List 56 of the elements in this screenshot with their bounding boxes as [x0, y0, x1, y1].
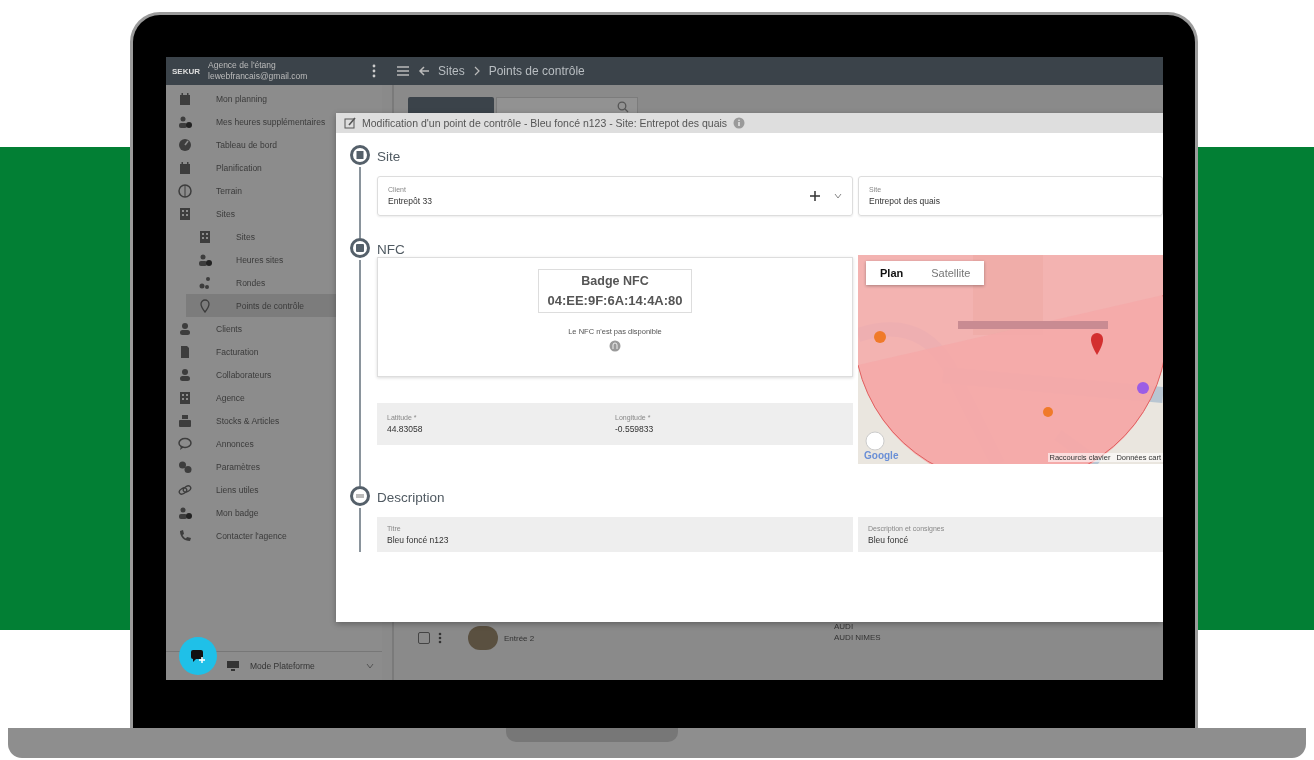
person-clock-icon [178, 114, 192, 129]
person-icon [178, 367, 192, 382]
section-title: Site [377, 149, 402, 164]
sidebar-item[interactable]: Mon planning [166, 87, 382, 110]
section-title: NFC [377, 242, 406, 257]
caret-icon [834, 193, 842, 199]
link-icon [178, 482, 192, 497]
person-clock-icon [178, 505, 192, 520]
chat-plus-icon [190, 649, 206, 663]
more-icon [438, 632, 442, 644]
calendar-icon [178, 160, 192, 175]
info-icon [733, 117, 746, 129]
person-clock-icon [198, 252, 212, 267]
table-cell-text: AUDI [834, 622, 855, 631]
gauge-icon [178, 137, 192, 152]
globe-icon [178, 183, 192, 198]
section-title: Description [377, 490, 446, 505]
logo: SEKUR [172, 66, 200, 76]
breadcrumb-link[interactable]: Sites [438, 64, 465, 78]
field-value: Entrepot des quais [869, 196, 941, 206]
row-checkbox[interactable] [418, 632, 430, 644]
phone-icon [178, 528, 192, 543]
map-logo: Google [864, 450, 899, 461]
account-email: lewebfrancais@gmail.com [208, 71, 309, 82]
breadcrumb-link[interactable]: Points de contrôle [488, 64, 585, 78]
document-icon [178, 344, 192, 359]
field-value: Bleu foncé [868, 534, 910, 545]
chat-bubble-icon [178, 436, 192, 451]
badge-id: 04:EE:9F:6A:14:4A:80 [547, 293, 683, 308]
dialog-title: Modification d'un point de contrôle - Bleu foncé n123 - Site: Entrepot des quais [362, 117, 728, 129]
more-icon [372, 64, 376, 78]
dots-icon [198, 275, 212, 290]
caret-icon [366, 663, 374, 669]
agency-name: Agence de l'étang [208, 60, 277, 71]
field-value: Bleu foncé n123 [387, 534, 450, 545]
menu-icon [396, 65, 410, 77]
person-icon [178, 321, 192, 336]
photo-placeholder [468, 626, 498, 650]
gears-icon [178, 459, 192, 474]
field-value: -0.559833 [615, 424, 655, 434]
plus-icon [810, 191, 820, 201]
table-cell-text: Entrée 2 [504, 633, 536, 643]
map-type-tab[interactable]: Plan [866, 261, 918, 285]
calendar-icon [178, 91, 192, 106]
pencil-icon [344, 117, 356, 129]
field-value: Entrepôt 33 [388, 196, 433, 206]
pin-icon [198, 298, 212, 313]
field-value: 44.83058 [387, 424, 424, 434]
chevron-icon [472, 65, 481, 77]
boxes-icon [178, 413, 192, 428]
badge-title: Badge NFC [581, 274, 649, 288]
map-type-tab[interactable]: Satellite [917, 261, 985, 285]
table-cell-text: AUDI NIMES [834, 633, 882, 642]
back-arrow-icon [418, 65, 430, 77]
monitor-icon [226, 660, 240, 672]
search-icon [617, 101, 629, 113]
